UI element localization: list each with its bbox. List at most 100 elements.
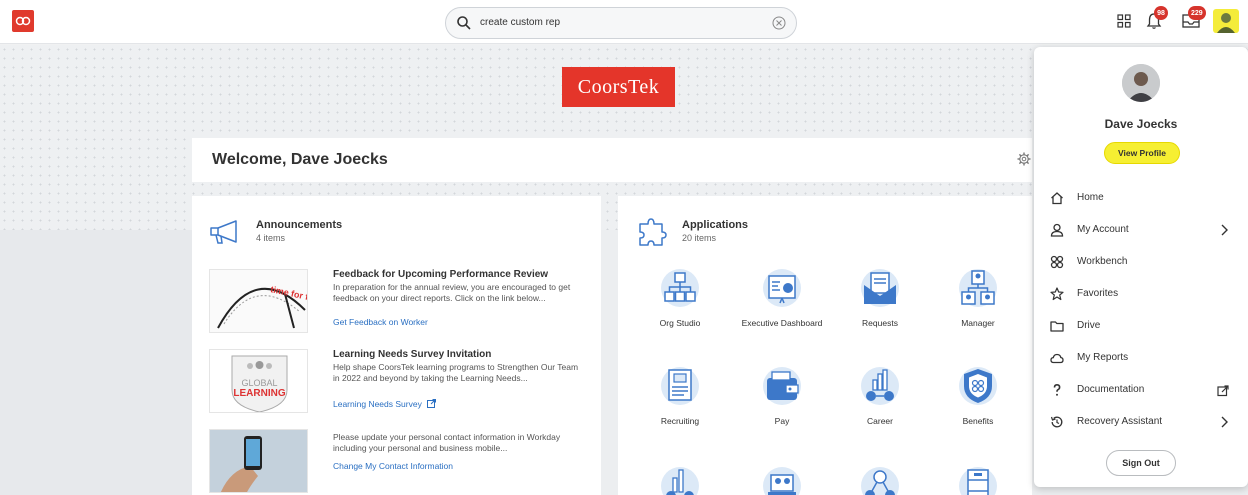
- chevron-right-icon: [1221, 416, 1228, 428]
- wallet-icon: [763, 367, 801, 405]
- app-requests[interactable]: Requests: [836, 268, 924, 328]
- announcement-link[interactable]: Learning Needs Survey: [333, 399, 437, 409]
- announcement-thumbnail[interactable]: [209, 429, 308, 493]
- app-career[interactable]: Career: [836, 366, 924, 426]
- announcement-item[interactable]: GLOBAL LEARNING Learning Needs Survey In…: [209, 349, 594, 415]
- app-tile[interactable]: [738, 466, 826, 495]
- search-bar[interactable]: [445, 7, 797, 39]
- app-label: Manager: [961, 318, 995, 328]
- clear-search-icon[interactable]: [772, 16, 786, 30]
- learning-thumb-caption: GLOBAL: [241, 378, 277, 388]
- announcement-item[interactable]: time for feedback Feedback for Upcoming …: [209, 269, 594, 335]
- menu-item-home[interactable]: Home: [1034, 185, 1248, 213]
- user-icon: [1050, 223, 1064, 237]
- app-recruiting[interactable]: Recruiting: [636, 366, 724, 426]
- phone-in-hand-image: [210, 430, 307, 492]
- sign-out-button[interactable]: Sign Out: [1106, 450, 1176, 476]
- dashboard-icon: [763, 269, 801, 307]
- cloud-icon: [1050, 353, 1064, 364]
- app-tile[interactable]: [934, 466, 1022, 495]
- user-photo-icon: [1122, 64, 1160, 102]
- announcements-card: Announcements 4 items time for feedback …: [192, 196, 601, 495]
- menu-label: Home: [1077, 192, 1104, 203]
- announcement-link[interactable]: Change My Contact Information: [333, 461, 453, 471]
- announcements-count: 4 items: [256, 233, 286, 243]
- menu-label: Documentation: [1077, 384, 1145, 395]
- applications-card: Applications 20 items Org Studio Executi…: [618, 196, 1032, 495]
- app-tile[interactable]: [836, 466, 924, 495]
- applications-title: Applications: [682, 219, 749, 231]
- app-label: Recruiting: [660, 416, 700, 426]
- user-photo-icon: [1217, 13, 1235, 33]
- home-icon: [1051, 192, 1063, 205]
- announcements-title: Announcements: [256, 219, 343, 231]
- announcement-item[interactable]: Please update your personal contact info…: [209, 429, 594, 495]
- menu-label: Recovery Assistant: [1077, 416, 1163, 427]
- workday-logo[interactable]: [12, 10, 34, 32]
- menu-item-my-account[interactable]: My Account: [1034, 217, 1248, 245]
- org-chart-icon: [661, 269, 699, 307]
- network-icon: [861, 467, 899, 495]
- menu-item-drive[interactable]: Drive: [1034, 313, 1248, 341]
- history-icon: [1050, 416, 1063, 428]
- announcement-description: In preparation for the annual review, yo…: [333, 282, 571, 303]
- menu-item-documentation[interactable]: Documentation: [1034, 377, 1248, 405]
- cabinet-icon: [959, 467, 997, 495]
- logo-glyph-icon: [15, 16, 31, 26]
- external-link-icon: [1217, 385, 1229, 397]
- announcement-title[interactable]: Feedback for Upcoming Performance Review: [333, 269, 593, 280]
- team-icon: [763, 467, 801, 495]
- star-icon: [1050, 287, 1064, 301]
- app-label: Career: [867, 416, 893, 426]
- folder-icon: [1050, 321, 1064, 332]
- global-learning-image: GLOBAL LEARNING: [210, 350, 307, 412]
- welcome-title: Welcome, Dave Joecks: [212, 151, 388, 168]
- menu-item-recovery-assistant[interactable]: Recovery Assistant: [1034, 409, 1248, 437]
- left-panel-background: [0, 230, 195, 495]
- announcement-thumbnail[interactable]: time for feedback: [209, 269, 308, 333]
- menu-label: Favorites: [1077, 288, 1119, 299]
- app-executive-dashboard[interactable]: Executive Dashboard: [738, 268, 826, 328]
- app-pay[interactable]: Pay: [738, 366, 826, 426]
- chevron-right-icon: [1221, 224, 1228, 236]
- announcement-link[interactable]: Get Feedback on Worker: [333, 317, 428, 327]
- profile-menu: Dave Joecks View Profile Home My Account…: [1034, 47, 1248, 487]
- learning-thumb-title: LEARNING: [233, 388, 285, 399]
- menu-label: My Reports: [1077, 352, 1129, 363]
- app-label: Requests: [862, 318, 898, 328]
- search-input[interactable]: [480, 17, 760, 28]
- profile-avatar-button[interactable]: [1213, 9, 1239, 33]
- app-org-studio[interactable]: Org Studio: [636, 268, 724, 328]
- view-profile-button[interactable]: View Profile: [1104, 142, 1180, 164]
- external-link-icon: [427, 399, 437, 408]
- announcement-link-label[interactable]: Learning Needs Survey: [333, 399, 422, 409]
- menu-label: Workbench: [1077, 256, 1128, 267]
- announcement-description: Help shape CoorsTek learning programs to…: [333, 362, 579, 383]
- shield-icon: [959, 367, 997, 405]
- announcement-thumbnail[interactable]: GLOBAL LEARNING: [209, 349, 308, 413]
- app-manager[interactable]: Manager: [934, 268, 1022, 328]
- company-logo: CoorsTek: [562, 67, 675, 107]
- app-label: Org Studio: [659, 318, 701, 328]
- menu-label: My Account: [1077, 224, 1129, 235]
- megaphone-icon: [210, 220, 237, 244]
- menu-item-my-reports[interactable]: My Reports: [1034, 345, 1248, 373]
- app-benefits[interactable]: Benefits: [934, 366, 1022, 426]
- app-label: Benefits: [962, 416, 994, 426]
- search-icon: [457, 16, 471, 30]
- profile-photo: [1122, 64, 1160, 102]
- app-tile[interactable]: [636, 466, 724, 495]
- apps-grid-icon[interactable]: [1117, 14, 1131, 28]
- announcement-title[interactable]: Learning Needs Survey Invitation: [333, 349, 593, 360]
- app-label: Pay: [774, 416, 790, 426]
- menu-item-favorites[interactable]: Favorites: [1034, 281, 1248, 309]
- workbench-icon: [1050, 255, 1064, 269]
- inbox-badge: 229: [1188, 6, 1206, 20]
- announcement-description: Please update your personal contact info…: [333, 432, 561, 453]
- menu-item-workbench[interactable]: Workbench: [1034, 249, 1248, 277]
- menu-label: Drive: [1077, 320, 1101, 331]
- top-bar: 98 229: [0, 0, 1248, 44]
- notifications-badge: 98: [1154, 6, 1168, 20]
- career-icon: [861, 367, 899, 405]
- gear-icon[interactable]: [1017, 152, 1031, 166]
